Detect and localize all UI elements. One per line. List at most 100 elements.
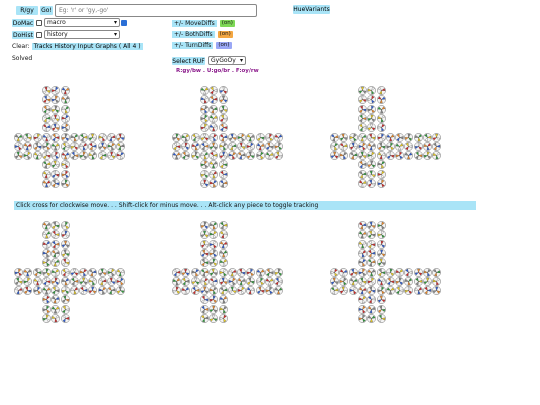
puzzle-piece[interactable]: [367, 104, 377, 114]
puzzle-piece[interactable]: [358, 286, 367, 295]
puzzle-piece[interactable]: [395, 276, 404, 286]
puzzle-piece[interactable]: [218, 114, 228, 123]
puzzle-piece[interactable]: [32, 132, 42, 142]
puzzle-piece[interactable]: [172, 276, 181, 286]
rgy-button[interactable]: R/gy: [16, 6, 38, 15]
puzzle-piece[interactable]: [60, 286, 70, 295]
clear-graphs-link[interactable]: Graphs: [95, 43, 117, 50]
puzzle-piece[interactable]: [376, 104, 386, 114]
puzzle-piece[interactable]: [51, 151, 61, 160]
puzzle-piece[interactable]: [432, 267, 442, 277]
puzzle-piece[interactable]: [218, 141, 228, 151]
move-input[interactable]: Eg: 'r' or 'gy,-go': [55, 4, 257, 17]
puzzle-piece[interactable]: [42, 151, 51, 160]
puzzle-piece[interactable]: [413, 276, 423, 286]
puzzle-piece[interactable]: [107, 286, 116, 295]
domac-checkbox[interactable]: [36, 20, 42, 26]
puzzle-piece[interactable]: [218, 123, 228, 133]
puzzle-piece[interactable]: [367, 267, 377, 277]
puzzle-piece[interactable]: [32, 151, 42, 160]
puzzle-piece[interactable]: [69, 141, 79, 151]
puzzle-piece[interactable]: [376, 86, 386, 95]
puzzle-piece[interactable]: [209, 267, 219, 277]
puzzle-piece[interactable]: [190, 276, 200, 286]
puzzle-piece[interactable]: [218, 95, 228, 105]
puzzle-piece[interactable]: [79, 267, 88, 277]
puzzle-piece[interactable]: [367, 179, 377, 188]
puzzle-piece[interactable]: [97, 132, 107, 142]
puzzle-piece[interactable]: [42, 179, 51, 188]
puzzle-piece[interactable]: [358, 276, 367, 286]
puzzle-piece[interactable]: [79, 132, 88, 142]
puzzle-piece[interactable]: [60, 132, 70, 142]
puzzle-piece[interactable]: [14, 141, 23, 151]
puzzle-piece[interactable]: [218, 304, 228, 314]
puzzle-piece[interactable]: [432, 141, 442, 151]
puzzle-piece[interactable]: [181, 267, 191, 277]
puzzle-piece[interactable]: [274, 132, 284, 142]
puzzle-piece[interactable]: [227, 151, 237, 160]
puzzle-piece[interactable]: [358, 230, 367, 240]
puzzle-piece[interactable]: [367, 132, 377, 142]
puzzle-piece[interactable]: [172, 151, 181, 160]
puzzle-piece[interactable]: [376, 239, 386, 249]
puzzle-piece[interactable]: [265, 132, 274, 142]
puzzle-piece[interactable]: [209, 249, 219, 258]
puzzle-piece[interactable]: [404, 141, 414, 151]
puzzle-piece[interactable]: [358, 132, 367, 142]
puzzle-piece[interactable]: [97, 141, 107, 151]
puzzle-piece[interactable]: [32, 276, 42, 286]
puzzle-piece[interactable]: [32, 141, 42, 151]
puzzle-piece[interactable]: [330, 267, 339, 277]
puzzle-piece[interactable]: [413, 286, 423, 295]
puzzle-piece[interactable]: [190, 151, 200, 160]
puzzle-piece[interactable]: [88, 151, 98, 160]
puzzle-piece[interactable]: [209, 114, 219, 123]
puzzle-piece[interactable]: [209, 276, 219, 286]
puzzle-piece[interactable]: [218, 221, 228, 230]
puzzle-piece[interactable]: [51, 132, 61, 142]
puzzle-piece[interactable]: [42, 123, 51, 133]
puzzle-piece[interactable]: [209, 286, 219, 295]
puzzle-piece[interactable]: [51, 86, 61, 95]
puzzle-piece[interactable]: [376, 95, 386, 105]
puzzle-piece[interactable]: [265, 141, 274, 151]
puzzle-piece[interactable]: [339, 151, 349, 160]
puzzle-piece[interactable]: [404, 276, 414, 286]
puzzle-piece[interactable]: [274, 276, 284, 286]
puzzle-piece[interactable]: [367, 86, 377, 95]
puzzle-piece[interactable]: [255, 286, 265, 295]
puzzle-piece[interactable]: [404, 286, 414, 295]
puzzle-piece[interactable]: [42, 95, 51, 105]
puzzle-piece[interactable]: [265, 267, 274, 277]
puzzle-piece[interactable]: [348, 151, 358, 160]
puzzle-piece[interactable]: [51, 179, 61, 188]
puzzle-piece[interactable]: [385, 286, 395, 295]
puzzle-piece[interactable]: [60, 123, 70, 133]
puzzle-piece[interactable]: [116, 267, 126, 277]
puzzle-piece[interactable]: [376, 276, 386, 286]
puzzle-piece[interactable]: [69, 286, 79, 295]
puzzle-piece[interactable]: [23, 267, 33, 277]
puzzle-piece[interactable]: [42, 221, 51, 230]
puzzle-piece[interactable]: [367, 286, 377, 295]
puzzle-piece[interactable]: [348, 132, 358, 142]
puzzle-piece[interactable]: [367, 230, 377, 240]
puzzle-piece[interactable]: [42, 230, 51, 240]
puzzle-piece[interactable]: [200, 258, 209, 268]
puzzle-piece[interactable]: [227, 276, 237, 286]
puzzle-piece[interactable]: [200, 230, 209, 240]
puzzle-piece[interactable]: [237, 132, 246, 142]
puzzle-piece[interactable]: [218, 179, 228, 188]
puzzle-piece[interactable]: [404, 132, 414, 142]
puzzle-piece[interactable]: [339, 286, 349, 295]
puzzle-piece[interactable]: [116, 151, 126, 160]
puzzle-piece[interactable]: [376, 221, 386, 230]
puzzle-piece[interactable]: [348, 267, 358, 277]
puzzle-piece[interactable]: [60, 95, 70, 105]
puzzle-piece[interactable]: [42, 104, 51, 114]
puzzle-piece[interactable]: [14, 286, 23, 295]
puzzle-piece[interactable]: [367, 160, 377, 170]
clear-all-link[interactable]: ( All 4 ): [119, 43, 141, 50]
puzzle-piece[interactable]: [255, 132, 265, 142]
